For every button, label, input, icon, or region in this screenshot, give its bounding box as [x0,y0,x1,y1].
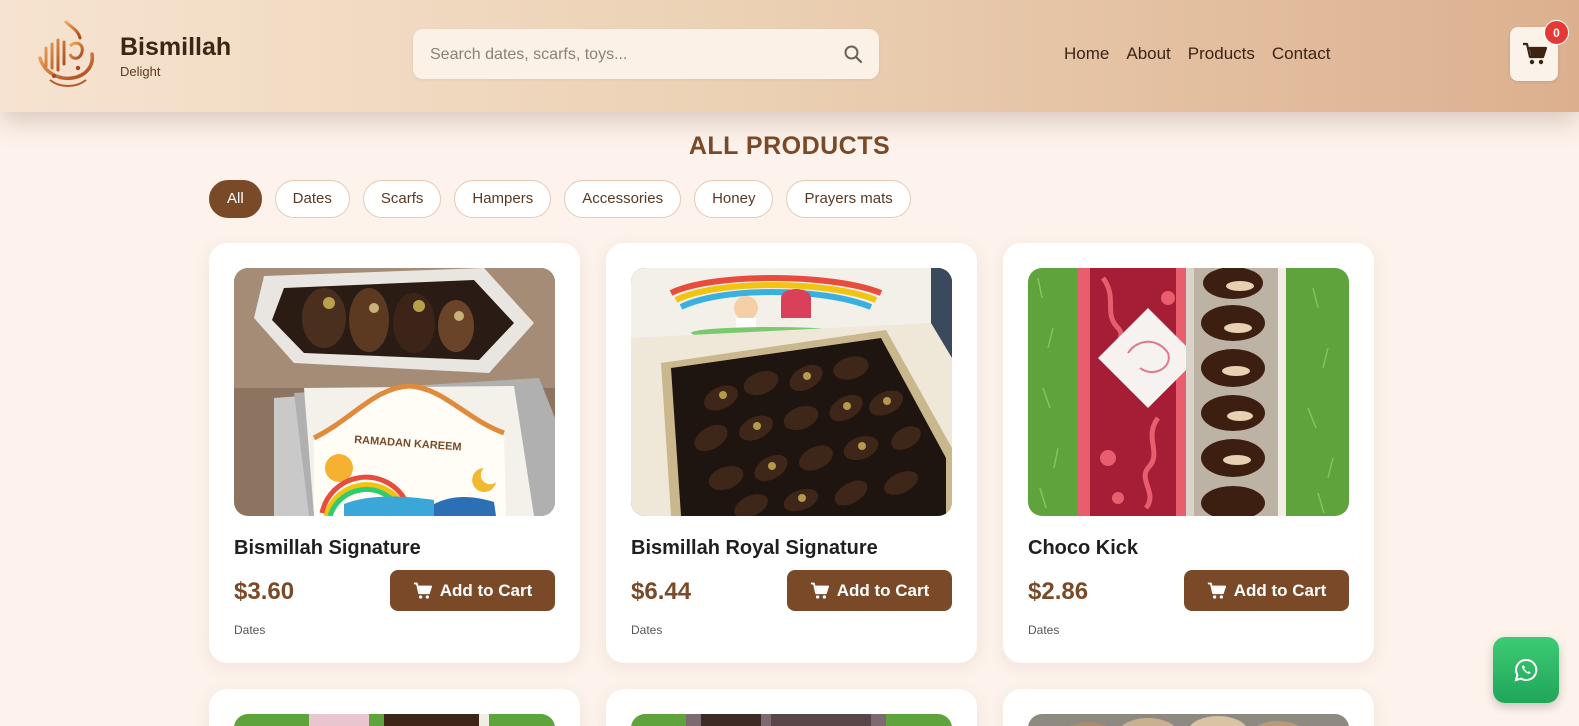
product-price: $3.60 [234,578,295,605]
brand-name[interactable]: Bismillah [120,33,231,62]
filter-all[interactable]: All [209,180,262,218]
product-image[interactable] [234,714,555,726]
cart-icon [1207,582,1226,599]
filter-honey[interactable]: Honey [694,180,774,218]
product-name[interactable]: Bismillah Signature [234,537,421,560]
filter-accessories[interactable]: Accessories [564,180,682,218]
nav-products[interactable]: Products [1188,44,1255,64]
category-filters: All Dates Scarfs Hampers Accessories Hon… [209,180,911,218]
add-to-cart-label: Add to Cart [836,580,930,600]
product-image[interactable] [1028,714,1349,726]
add-to-cart-button[interactable]: Add to Cart [1184,570,1349,611]
product-category: Dates [631,623,663,637]
cart-count-badge: 0 [1544,20,1569,45]
product-card[interactable]: Bismillah Royal Signature $6.44 Add to C… [606,243,977,663]
arabic-calligraphy-logo-icon[interactable] [32,18,100,90]
add-to-cart-label: Add to Cart [439,580,533,600]
search-icon[interactable] [843,44,863,64]
product-card[interactable] [606,689,977,726]
whatsapp-icon [1514,658,1538,682]
search-input[interactable] [430,44,830,66]
product-category: Dates [234,623,266,637]
site-header: Bismillah Delight Home About Products Co… [0,0,1579,112]
product-name[interactable]: Bismillah Royal Signature [631,537,878,560]
nav-home[interactable]: Home [1064,44,1109,64]
product-image[interactable] [631,268,952,516]
nav-about[interactable]: About [1126,44,1170,64]
cart-icon [810,582,829,599]
filter-dates[interactable]: Dates [274,180,350,218]
cart-icon [1522,42,1548,66]
cart-icon [413,582,432,599]
nav-contact[interactable]: Contact [1272,44,1331,64]
product-price: $6.44 [631,578,692,605]
whatsapp-button[interactable] [1493,637,1559,703]
filter-hampers[interactable]: Hampers [454,180,552,218]
filter-prayer-mats[interactable]: Prayers mats [786,180,911,218]
product-image[interactable] [1028,268,1349,516]
add-to-cart-button[interactable]: Add to Cart [390,570,555,611]
add-to-cart-label: Add to Cart [1233,580,1327,600]
product-price: $2.86 [1028,578,1089,605]
product-name[interactable]: Choco Kick [1028,537,1138,560]
main-nav: Home About Products Contact [1064,44,1330,64]
product-category: Dates [1028,623,1060,637]
page-title: ALL PRODUCTS [688,132,891,160]
add-to-cart-button[interactable]: Add to Cart [787,570,952,611]
product-image[interactable] [631,714,952,726]
product-card[interactable]: RAMADAN KAREEM Bismillah Signature $3.60… [209,243,580,663]
product-card[interactable] [209,689,580,726]
product-image[interactable]: RAMADAN KAREEM [234,268,555,516]
filter-scarfs[interactable]: Scarfs [362,180,442,218]
product-card[interactable]: Choco Kick $2.86 Add to Cart Dates [1003,243,1374,663]
brand-tagline: Delight [120,64,161,79]
product-card[interactable] [1003,689,1374,726]
search-bar [413,29,879,79]
